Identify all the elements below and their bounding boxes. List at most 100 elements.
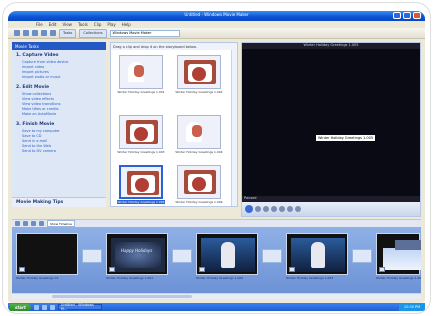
movie-tasks-header: Movie Tasks xyxy=(12,42,106,50)
clip-thumbnail[interactable]: Winter Holiday Greetings 1.003 xyxy=(117,115,165,159)
menu-help[interactable]: Help xyxy=(122,22,131,27)
title-bar[interactable]: Untitled - Windows Movie Maker xyxy=(8,11,425,21)
clip-label: Winter Holiday Greetings 1.002 xyxy=(175,90,223,94)
toolbar: Tasks Collections Windows Movie Maker xyxy=(8,28,425,39)
scrollbar-thumb[interactable] xyxy=(52,295,192,298)
clip-effect-icon xyxy=(199,267,205,272)
stop-icon[interactable] xyxy=(255,206,261,212)
close-button[interactable] xyxy=(413,12,421,19)
menu-clip[interactable]: Clip xyxy=(94,22,102,27)
collection-hint: Drag a clip and drop it on the storyboar… xyxy=(111,43,237,50)
storyboard-clip-label: Winter Holiday Greetings 1.003 xyxy=(286,276,334,280)
window-controls xyxy=(393,12,421,19)
previous-frame-icon[interactable] xyxy=(263,206,269,212)
clip-image xyxy=(119,55,163,89)
storyboard-clip-image xyxy=(16,233,78,275)
clip-thumbnail[interactable]: Winter Holiday Greetings 1.006 xyxy=(175,165,223,206)
capture-video-title[interactable]: 1. Capture Video xyxy=(16,53,102,58)
storyboard-clip-label: Winter Holiday Greetings 1.004 xyxy=(376,276,421,280)
finish-movie-section: 3. Finish Movie Save to my computer Save… xyxy=(12,119,106,156)
storyboard-toolbar: Show Timeline xyxy=(12,219,421,227)
menu-play[interactable]: Play xyxy=(107,22,115,27)
task-link[interactable]: Make an AutoMovie xyxy=(16,112,102,117)
movie-tasks-pane: Movie Tasks 1. Capture Video Capture fro… xyxy=(12,42,106,207)
clip-image xyxy=(177,165,221,199)
collection-dropdown[interactable]: Windows Movie Maker xyxy=(109,29,180,37)
quicklaunch-ie-icon[interactable] xyxy=(33,304,39,310)
clip-image xyxy=(177,115,221,149)
quicklaunch-desktop-icon[interactable] xyxy=(41,304,47,310)
collection-pane: Drag a clip and drop it on the storyboar… xyxy=(110,42,238,207)
new-project-icon[interactable] xyxy=(14,30,20,36)
snapshot-icon[interactable] xyxy=(295,206,301,212)
storyboard-clip-label: Winter Holiday Greetings 1.002 xyxy=(196,276,244,280)
playback-controls xyxy=(242,202,420,216)
open-project-icon[interactable] xyxy=(23,30,29,36)
clip-effect-icon xyxy=(109,267,115,272)
clip-effect-icon xyxy=(379,267,385,272)
task-link[interactable]: Import audio or music xyxy=(16,75,102,80)
storyboard-transition-slot[interactable] xyxy=(352,249,372,263)
redo-icon[interactable] xyxy=(50,30,56,36)
clip-label: Winter Holiday Greetings 1.005 xyxy=(117,200,165,204)
menu-bar: File Edit View Tools Clip Play Help xyxy=(8,21,425,28)
collections-button[interactable]: Collections xyxy=(79,28,107,38)
next-frame-icon[interactable] xyxy=(271,206,277,212)
edit-movie-section: 2. Edit Movie Show collections View vide… xyxy=(12,82,106,119)
storyboard-clip[interactable]: Happy Holidays Winter Holiday Greetings … xyxy=(106,233,168,281)
storyboard-clip-image xyxy=(196,233,258,275)
clip-effect-icon xyxy=(19,267,25,272)
full-screen-icon[interactable] xyxy=(287,206,293,212)
clip-image xyxy=(177,55,221,89)
menu-file[interactable]: File xyxy=(36,22,43,27)
quicklaunch-media-icon[interactable] xyxy=(49,304,55,310)
menu-view[interactable]: View xyxy=(62,22,72,27)
storyboard-clip[interactable]: Winter Holiday Greetings 1.002 xyxy=(196,233,258,281)
storyboard-transition-slot[interactable] xyxy=(82,249,102,263)
save-project-icon[interactable] xyxy=(32,30,38,36)
maximize-button[interactable] xyxy=(403,12,411,19)
zoom-in-icon[interactable] xyxy=(15,221,20,226)
menu-edit[interactable]: Edit xyxy=(49,22,57,27)
windows-taskbar: start Untitled - Windows M... 12:00 PM xyxy=(8,303,425,311)
storyboard-clip[interactable]: Winter Holiday Greetings 1.003 xyxy=(286,233,348,281)
tasks-button[interactable]: Tasks xyxy=(59,28,77,38)
monitor-clip-label: Winter Holiday Greetings 1.005 xyxy=(316,135,376,141)
storyboard-clip-image: Happy Holidays xyxy=(106,233,168,275)
show-timeline-button[interactable]: Show Timeline xyxy=(47,220,75,227)
storyboard-clip[interactable]: Winter Holiday Greetings 1.004 xyxy=(376,233,421,281)
undo-icon[interactable] xyxy=(41,30,47,36)
storyboard-clip-image xyxy=(286,233,348,275)
collection-scrollbar[interactable] xyxy=(231,50,237,206)
tasks-button-label: Tasks xyxy=(63,31,73,35)
clip-thumbnail[interactable]: Winter Holiday Greetings 1.001 xyxy=(117,55,165,99)
split-clip-icon[interactable] xyxy=(279,206,285,212)
minimize-button[interactable] xyxy=(393,12,401,19)
screenshot-frame: Untitled - Windows Movie Maker File Edit… xyxy=(3,3,430,313)
task-link[interactable]: Send to DV camera xyxy=(16,149,102,154)
clip-thumbnail[interactable]: Winter Holiday Greetings 1.002 xyxy=(175,55,223,99)
rewind-storyboard-icon[interactable] xyxy=(31,221,36,226)
storyboard-scrollbar[interactable] xyxy=(12,293,421,299)
storyboard-clip-label: Winter Holiday Greetings 1.001 xyxy=(106,276,154,280)
storyboard-transition-slot[interactable] xyxy=(262,249,282,263)
finish-movie-title[interactable]: 3. Finish Movie xyxy=(16,122,102,127)
storyboard-transition-slot[interactable] xyxy=(172,249,192,263)
system-clock: 12:00 PM xyxy=(399,303,425,311)
play-storyboard-icon[interactable] xyxy=(39,221,44,226)
edit-movie-title[interactable]: 2. Edit Movie xyxy=(16,85,102,90)
storyboard-clip-image xyxy=(376,233,421,275)
taskbar-movie-maker[interactable]: Untitled - Windows M... xyxy=(57,303,102,311)
menu-tools[interactable]: Tools xyxy=(78,22,88,27)
clip-label: Winter Holiday Greetings 1.003 xyxy=(117,150,165,154)
collections-button-label: Collections xyxy=(83,31,103,35)
storyboard-clip[interactable]: Winter Holiday Greetings 01 xyxy=(16,233,78,281)
movie-making-tips[interactable]: Movie Making Tips xyxy=(12,197,106,207)
zoom-out-icon[interactable] xyxy=(23,221,28,226)
storyboard-clip-label: Winter Holiday Greetings 01 xyxy=(16,276,59,280)
clip-thumbnail-selected[interactable]: Winter Holiday Greetings 1.005 xyxy=(117,165,165,206)
storyboard: Winter Holiday Greetings 01 Happy Holida… xyxy=(12,227,421,293)
start-button[interactable]: start xyxy=(10,303,31,311)
clip-thumbnail[interactable]: Winter Holiday Greetings 1.004 xyxy=(175,115,223,159)
play-icon[interactable] xyxy=(245,205,253,213)
